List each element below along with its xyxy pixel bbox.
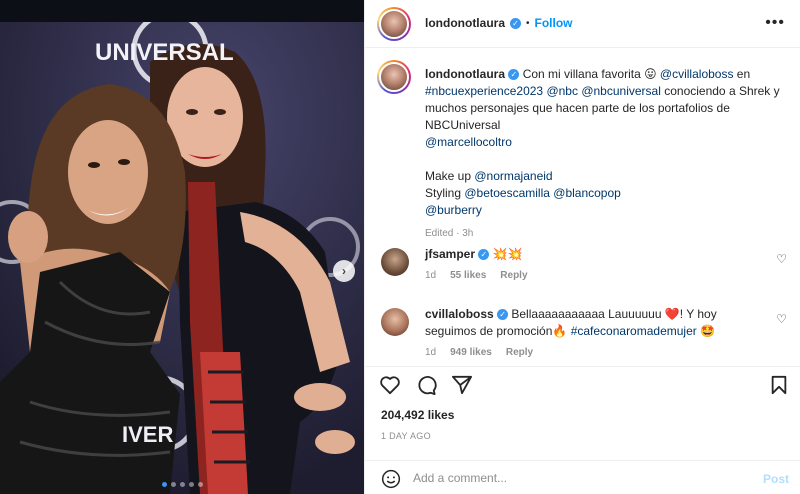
follow-button[interactable]: Follow: [535, 16, 573, 30]
verified-badge-icon: ✓: [510, 17, 521, 29]
comment-reply-button[interactable]: Reply: [506, 344, 533, 361]
comment-text: 💥💥: [489, 247, 523, 261]
hashtag-link[interactable]: #nbcuexperience2023: [425, 84, 543, 98]
sign-text-universal: UNIVERSAL: [95, 39, 234, 66]
post-timestamp[interactable]: 1 DAY AGO: [381, 431, 431, 441]
commenter-avatar[interactable]: [381, 248, 409, 276]
comment-meta: 1d 55 likes Reply: [425, 267, 765, 284]
carousel-dot: [180, 482, 185, 487]
heart-icon[interactable]: [379, 375, 401, 398]
carousel-dot: [162, 482, 167, 487]
caption-intro: Con mi villana favorita 😛: [522, 67, 660, 81]
emoji-icon[interactable]: [381, 469, 401, 492]
caption-text: londonotlaura ✓ Con mi villana favorita …: [425, 66, 785, 242]
post-comment-button[interactable]: Post: [763, 472, 789, 486]
post-header: londonotlaura ✓ • Follow •••: [365, 0, 800, 48]
post-photo: UNIVERSAL IVER: [0, 22, 364, 494]
carousel-dot: [189, 482, 194, 487]
chevron-right-icon: ›: [342, 264, 346, 278]
mention-link[interactable]: @cvillaloboss: [660, 67, 734, 81]
author-username[interactable]: londonotlaura: [425, 16, 505, 30]
caption-edited-time: Edited · 3h: [425, 228, 474, 239]
comment-like-heart-icon[interactable]: ♡: [776, 312, 787, 326]
instagram-post-dialog: UNIVERSAL IVER › londonotlaura ✓ • Follo…: [0, 0, 800, 494]
carousel-next-button[interactable]: ›: [333, 260, 355, 282]
mention-link[interactable]: @betoescamilla: [464, 186, 550, 200]
caption-fragment: Styling: [425, 186, 465, 200]
comment-likes[interactable]: 55 likes: [450, 267, 486, 284]
mention-link[interactable]: @marcellocoltro: [425, 135, 512, 149]
caption-username[interactable]: londonotlaura: [425, 67, 505, 81]
comment-likes[interactable]: 949 likes: [450, 344, 492, 361]
verified-badge-icon: ✓: [478, 249, 490, 261]
comment-like-heart-icon[interactable]: ♡: [776, 252, 787, 266]
verified-badge-icon: ✓: [497, 309, 509, 321]
comments-scroll-area[interactable]: londonotlaura ✓ Con mi villana favorita …: [365, 48, 800, 366]
comment-time: 1d: [425, 347, 437, 358]
mention-link[interactable]: @burberry: [425, 203, 482, 217]
mention-link[interactable]: @normajaneid: [474, 169, 552, 183]
mention-link[interactable]: @nbc: [546, 84, 578, 98]
post-actions-bar: [365, 366, 800, 400]
caption-fragment: Make up: [425, 169, 475, 183]
comment-meta: 1d 949 likes Reply: [425, 344, 765, 361]
carousel-dot: [171, 482, 176, 487]
media-top-strip: [0, 0, 364, 22]
share-icon[interactable]: [451, 375, 473, 398]
comment-input[interactable]: [413, 469, 733, 487]
comment-time: 1d: [425, 270, 437, 281]
commenter-avatar[interactable]: [381, 308, 409, 336]
bookmark-icon[interactable]: [769, 375, 789, 398]
likes-count[interactable]: 204,492 likes: [381, 408, 454, 422]
caption-fragment: en: [733, 67, 751, 81]
post-media[interactable]: UNIVERSAL IVER ›: [0, 22, 364, 494]
sign-text-iver: IVER: [122, 422, 173, 447]
comment-reply-button[interactable]: Reply: [500, 267, 527, 284]
comment-text: 🤩: [696, 324, 716, 338]
commenter-username[interactable]: jfsamper: [425, 247, 475, 261]
verified-badge-icon: ✓: [508, 69, 520, 81]
commenter-username[interactable]: cvillaloboss: [425, 307, 494, 321]
author-avatar[interactable]: [377, 7, 411, 41]
mention-link[interactable]: @blancopop: [553, 186, 621, 200]
caption-avatar[interactable]: [377, 60, 411, 94]
comment-icon[interactable]: [415, 375, 437, 398]
post-side-panel: londonotlaura ✓ • Follow ••• londonotlau…: [364, 0, 800, 494]
mention-link[interactable]: @nbcuniversal: [581, 84, 661, 98]
more-options-icon[interactable]: •••: [765, 14, 785, 32]
separator-dot: •: [526, 17, 530, 29]
add-comment-bar: Post: [365, 460, 800, 494]
carousel-indicator: [162, 482, 203, 487]
carousel-dot: [198, 482, 203, 487]
hashtag-link[interactable]: #cafeconaromademujer: [571, 324, 697, 338]
